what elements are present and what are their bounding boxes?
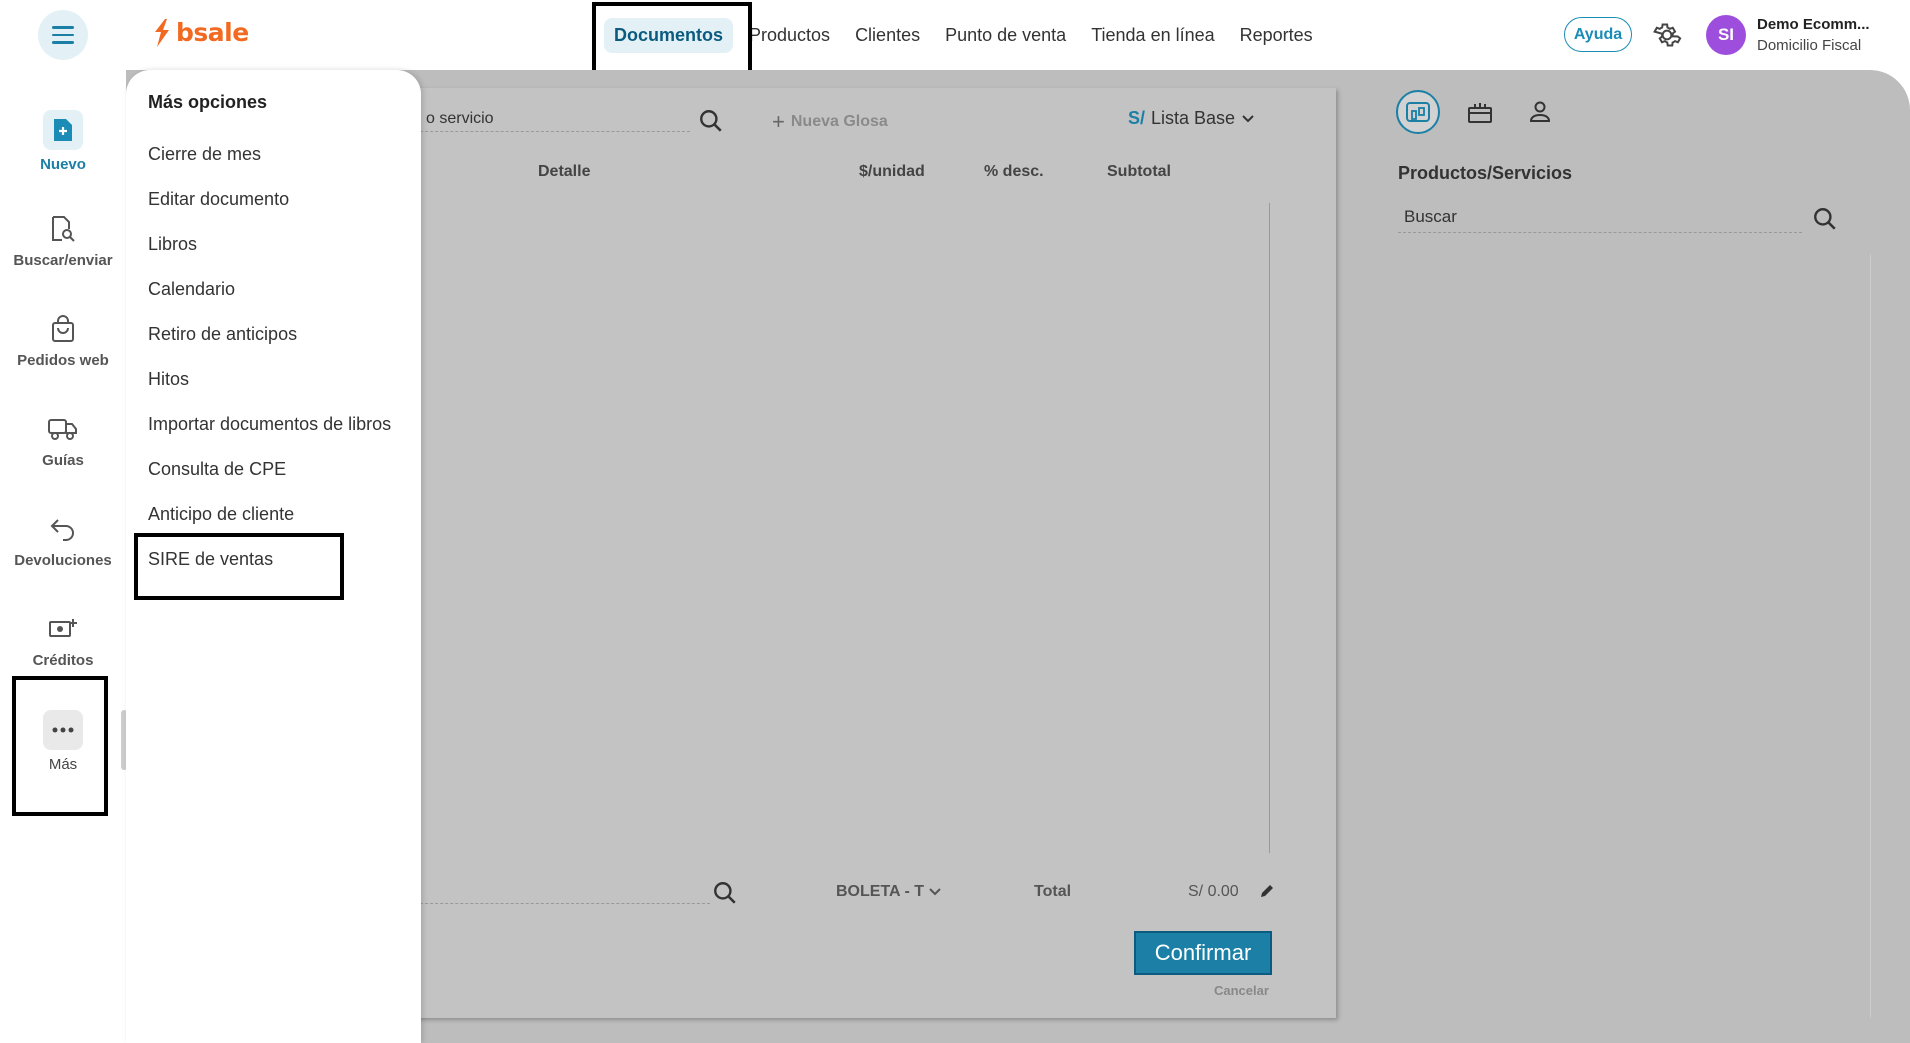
sidebar-item-nuevo[interactable]: Nuevo bbox=[0, 110, 126, 173]
gift-icon bbox=[1468, 103, 1492, 123]
plus-icon: + bbox=[772, 109, 785, 134]
file-search-icon bbox=[46, 212, 80, 246]
search-icon[interactable] bbox=[698, 108, 724, 134]
column-header-unit-price: $/unidad bbox=[859, 163, 925, 180]
user-icon bbox=[1529, 101, 1551, 122]
currency-symbol: S/ bbox=[1128, 108, 1146, 128]
sidebar-label: Nuevo bbox=[40, 156, 86, 173]
nav-reportes[interactable]: Reportes bbox=[1240, 25, 1313, 46]
total-value: S/ 0.00 bbox=[1188, 883, 1239, 900]
more-dots-icon bbox=[43, 710, 83, 750]
products-search-input[interactable]: Buscar bbox=[1398, 207, 1802, 233]
gear-icon[interactable] bbox=[1652, 20, 1682, 50]
nav-tienda-en-linea[interactable]: Tienda en línea bbox=[1091, 25, 1214, 46]
sidebar-item-creditos[interactable]: Créditos bbox=[0, 612, 126, 669]
avatar[interactable]: SI bbox=[1706, 15, 1746, 55]
sidebar-label: Créditos bbox=[32, 652, 94, 669]
sidebar-item-buscar-enviar[interactable]: Buscar/enviar bbox=[0, 212, 126, 269]
cancel-link[interactable]: Cancelar bbox=[1214, 983, 1269, 998]
client-search-input[interactable] bbox=[420, 886, 710, 904]
column-header-detalle: Detalle bbox=[538, 163, 591, 180]
truck-icon bbox=[46, 412, 80, 446]
sidebar-label: Pedidos web bbox=[17, 352, 109, 369]
divider bbox=[1870, 254, 1871, 1018]
bsale-logo[interactable]: bsale bbox=[152, 18, 249, 47]
menu-item-cierre-de-mes[interactable]: Cierre de mes bbox=[148, 144, 261, 165]
nav-clientes[interactable]: Clientes bbox=[855, 25, 920, 46]
drawer-title: Más opciones bbox=[148, 92, 268, 112]
more-options-drawer: Más opciones Cierre de mes Editar docume… bbox=[126, 70, 421, 1043]
main-nav: Documentos Productos Clientes Punto de v… bbox=[604, 18, 1338, 53]
menu-icon[interactable] bbox=[38, 10, 88, 60]
user-name[interactable]: Demo Ecomm... bbox=[1757, 16, 1870, 33]
chevron-down-icon bbox=[929, 888, 941, 896]
product-search-input[interactable]: o servicio bbox=[420, 110, 690, 132]
tab-promotions[interactable] bbox=[1458, 90, 1502, 134]
pencil-icon[interactable] bbox=[1258, 882, 1276, 900]
column-header-subtotal: Subtotal bbox=[1107, 163, 1171, 180]
file-plus-icon bbox=[43, 110, 83, 150]
document-type-dropdown[interactable]: BOLETA - T bbox=[836, 883, 942, 901]
menu-item-hitos[interactable]: Hitos bbox=[148, 369, 189, 390]
return-arrow-icon bbox=[46, 512, 80, 546]
products-title: Productos/Servicios bbox=[1398, 163, 1573, 183]
document-type-label: BOLETA - T bbox=[836, 883, 924, 900]
nav-documentos[interactable]: Documentos bbox=[604, 18, 734, 53]
shopping-bag-icon bbox=[46, 312, 80, 346]
menu-item-sire-de-ventas[interactable]: SIRE de ventas bbox=[148, 549, 273, 570]
sidebar-label: Buscar/enviar bbox=[13, 252, 113, 269]
confirm-button[interactable]: Confirmar bbox=[1134, 931, 1272, 975]
sidebar-item-devoluciones[interactable]: Devoluciones bbox=[0, 512, 126, 569]
sidebar-item-mas[interactable]: Más bbox=[0, 710, 126, 773]
money-plus-icon bbox=[46, 612, 80, 646]
logo-text: bsale bbox=[176, 18, 249, 47]
new-gloss-label: Nueva Glosa bbox=[790, 113, 888, 130]
tab-client[interactable] bbox=[1518, 90, 1562, 134]
help-button[interactable]: Ayuda bbox=[1564, 17, 1632, 52]
sidebar-item-guias[interactable]: Guías bbox=[0, 412, 126, 469]
menu-item-retiro-de-anticipos[interactable]: Retiro de anticipos bbox=[148, 324, 297, 345]
sidebar-label: Guías bbox=[42, 452, 84, 469]
menu-item-calendario[interactable]: Calendario bbox=[148, 279, 235, 300]
divider bbox=[1269, 203, 1270, 853]
sidebar-label: Más bbox=[48, 756, 78, 773]
menu-item-anticipo-de-cliente[interactable]: Anticipo de cliente bbox=[148, 504, 294, 525]
sidebar-label: Devoluciones bbox=[14, 552, 112, 569]
chevron-down-icon bbox=[1242, 114, 1254, 122]
price-list-dropdown[interactable]: S/ Lista Base bbox=[1128, 108, 1255, 129]
menu-item-consulta-cpe[interactable]: Consulta de CPE bbox=[148, 459, 286, 480]
nav-productos[interactable]: Productos bbox=[749, 25, 830, 46]
left-sidebar: Nuevo Buscar/enviar Pedidos web Guías De… bbox=[0, 70, 126, 1043]
user-subtitle: Domicilio Fiscal bbox=[1757, 37, 1862, 54]
nav-punto-de-venta[interactable]: Punto de venta bbox=[945, 25, 1066, 46]
search-icon[interactable] bbox=[712, 880, 738, 906]
top-bar: bsale Documentos Productos Clientes Punt… bbox=[0, 0, 1910, 70]
total-label: Total bbox=[1034, 883, 1072, 900]
menu-item-editar-documento[interactable]: Editar documento bbox=[148, 189, 289, 210]
sidebar-item-pedidos-web[interactable]: Pedidos web bbox=[0, 312, 126, 369]
search-icon[interactable] bbox=[1812, 206, 1838, 232]
price-list-label: Lista Base bbox=[1151, 108, 1236, 128]
menu-item-libros[interactable]: Libros bbox=[148, 234, 197, 255]
new-gloss-button[interactable]: + Nueva Glosa bbox=[772, 109, 888, 135]
bolt-icon bbox=[155, 18, 169, 47]
menu-item-importar-documentos[interactable]: Importar documentos de libros bbox=[148, 414, 391, 435]
document-card bbox=[330, 88, 1336, 1018]
store-chart-icon bbox=[1406, 102, 1430, 122]
column-header-discount: % desc. bbox=[984, 163, 1044, 180]
tab-dashboard[interactable] bbox=[1396, 90, 1440, 134]
